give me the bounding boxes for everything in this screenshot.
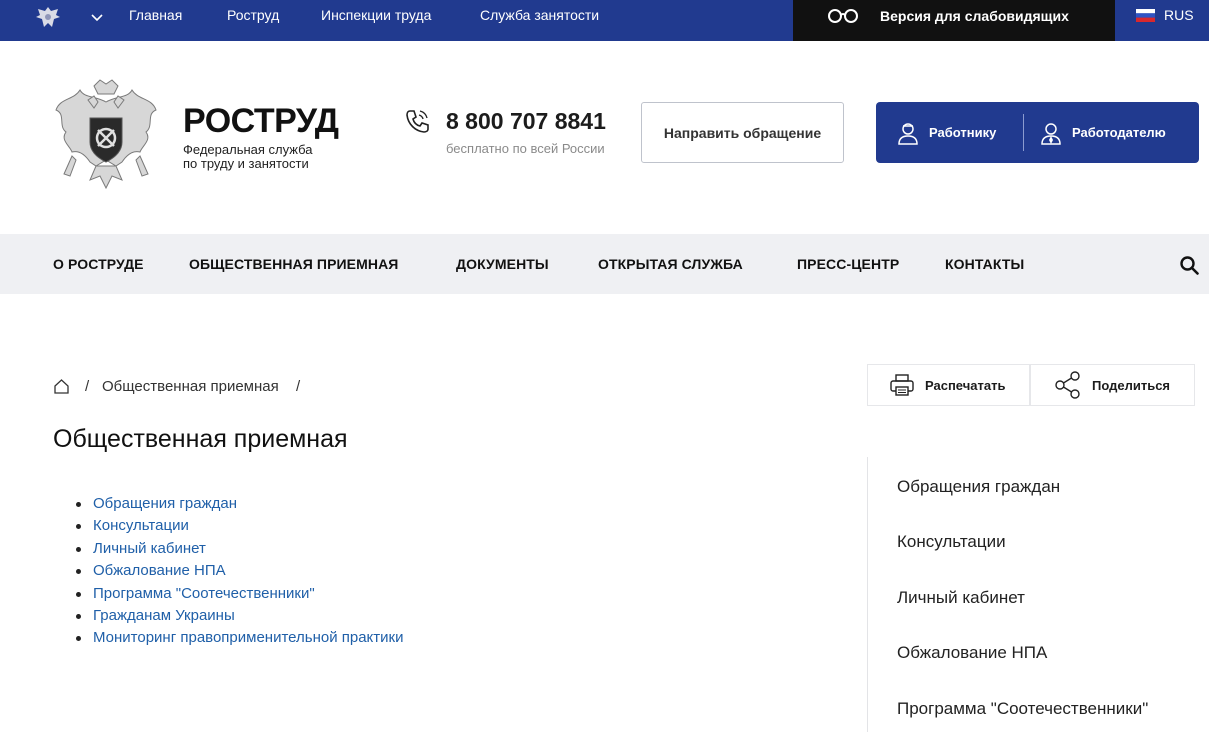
print-button[interactable]: Распечатать [867,364,1030,406]
phone-note: бесплатно по всей России [446,141,605,156]
chevron-down-icon[interactable] [90,12,104,22]
top-bar: Главная Роструд Инспекции труда Служба з… [0,0,1209,41]
share-icon [1055,371,1080,399]
topnav-employment-service[interactable]: Служба занятости [480,0,599,32]
search-icon[interactable] [1180,256,1199,275]
employer-icon [1041,122,1061,145]
breadcrumb-separator-end: / [296,378,301,395]
role-divider [1023,114,1024,151]
phone-number[interactable]: 8 800 707 8841 [446,106,606,136]
send-appeal-button[interactable]: Направить обращение [641,102,844,163]
employer-label: Работодателю [1072,125,1166,140]
accessibility-version-button[interactable]: Версия для слабовидящих [793,0,1115,41]
link-ukraine-citizens[interactable]: Гражданам Украины [76,605,403,627]
topnav-rostrud[interactable]: Роструд [227,0,279,32]
worker-icon [898,122,918,145]
nav-press-center[interactable]: ПРЕСС-ЦЕНТР [797,234,899,295]
glasses-icon [828,9,858,23]
language-label: RUS [1164,7,1194,23]
coat-of-arms-logo[interactable] [50,76,162,198]
emblem-menu-icon[interactable] [34,5,62,29]
section-links: Обращения граждан Консультации Личный ка… [76,493,403,650]
nav-open-service[interactable]: ОТКРЫТАЯ СЛУЖБА [598,234,743,295]
nav-contacts[interactable]: КОНТАКТЫ [945,234,1024,295]
printer-icon [890,374,914,396]
link-law-enforcement-monitoring[interactable]: Мониторинг правоприменительной практики [76,627,403,649]
side-item-consultations[interactable]: Консультации [897,532,1006,552]
link-citizen-appeals[interactable]: Обращения граждан [76,493,403,515]
page-title: Общественная приемная [53,425,348,453]
topnav-labor-inspections[interactable]: Инспекции труда [321,0,431,32]
role-buttons: Работнику Работодателю [876,102,1199,163]
brand-subtitle-line1: Федеральная служба [183,142,313,157]
side-item-personal-account[interactable]: Личный кабинет [897,588,1025,608]
brand-subtitle-line2: по труду и занятости [183,156,309,171]
print-label: Распечатать [925,377,1006,393]
brand-title[interactable]: РОСТРУД [183,101,339,141]
employee-label: Работнику [929,125,997,140]
phone-icon [406,110,429,133]
link-personal-account[interactable]: Личный кабинет [76,538,403,560]
main-nav: О РОСТРУДЕ ОБЩЕСТВЕННАЯ ПРИЕМНАЯ ДОКУМЕН… [0,234,1209,294]
link-compatriots-program[interactable]: Программа "Соотечественники" [76,583,403,605]
employee-button[interactable]: Работнику [896,102,996,163]
side-item-compatriots-program[interactable]: Программа "Соотечественники" [897,699,1148,719]
breadcrumb-current[interactable]: Общественная приемная [102,378,279,396]
breadcrumb-separator: / [85,378,90,395]
accessibility-label: Версия для слабовидящих [880,8,1069,24]
nav-public-reception[interactable]: ОБЩЕСТВЕННАЯ ПРИЕМНАЯ [189,234,398,295]
home-icon[interactable] [53,378,70,395]
link-appeal-npa[interactable]: Обжалование НПА [76,560,403,582]
side-item-citizen-appeals[interactable]: Обращения граждан [897,477,1060,497]
employer-button[interactable]: Работодателю [1039,102,1166,163]
share-label: Поделиться [1092,377,1171,393]
russia-flag-icon [1136,9,1155,22]
link-consultations[interactable]: Консультации [76,515,403,537]
nav-about[interactable]: О РОСТРУДЕ [53,234,144,295]
topnav-home[interactable]: Главная [129,0,182,32]
nav-documents[interactable]: ДОКУМЕНТЫ [456,234,549,295]
share-button[interactable]: Поделиться [1030,364,1195,406]
side-item-appeal-npa[interactable]: Обжалование НПА [897,643,1047,663]
brand-subtitle: Федеральная служба по труду и занятости [183,143,312,171]
side-menu: Обращения граждан Консультации Личный ка… [867,457,1209,732]
